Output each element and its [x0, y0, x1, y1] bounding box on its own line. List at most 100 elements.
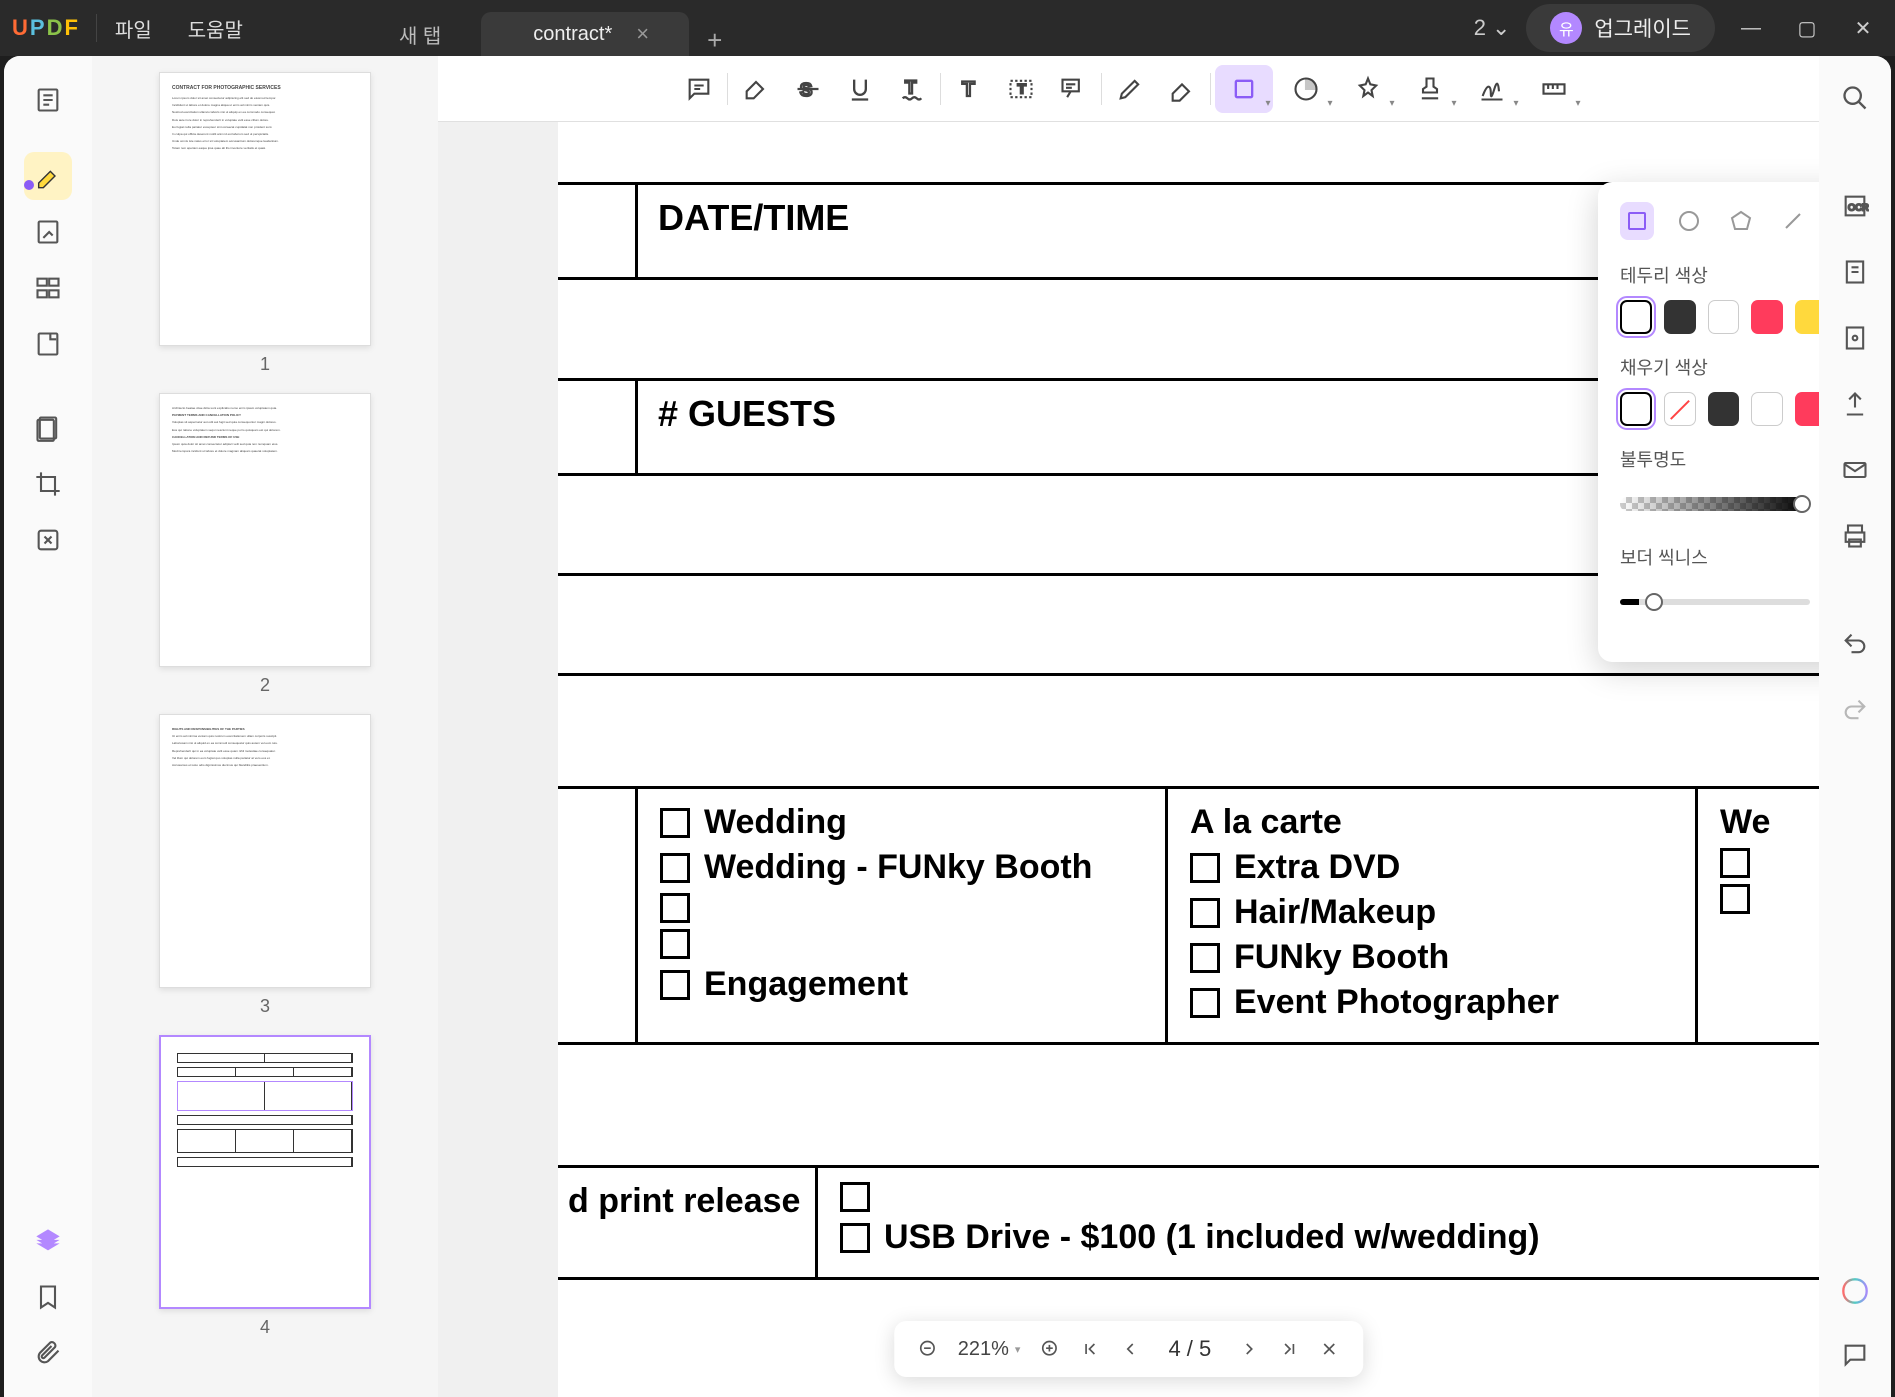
tab-new[interactable]: 새 탭 — [359, 12, 481, 56]
annotate-button[interactable] — [24, 152, 72, 200]
checkbox[interactable] — [840, 1182, 870, 1212]
stamp-button[interactable]: ▾ — [1339, 65, 1397, 113]
checkbox[interactable] — [1190, 988, 1220, 1018]
chat-button[interactable] — [1833, 1333, 1877, 1377]
shape-button[interactable]: ▾ — [1215, 65, 1273, 113]
compress-button[interactable] — [1833, 250, 1877, 294]
color-swatch[interactable] — [1620, 300, 1652, 334]
highlight-button[interactable] — [732, 65, 780, 113]
thumbnail-4[interactable] — [159, 1035, 371, 1309]
ocr-button[interactable]: OCR — [1833, 184, 1877, 228]
form-button[interactable] — [24, 320, 72, 368]
share-button[interactable] — [1833, 382, 1877, 426]
shape-polygon[interactable] — [1724, 202, 1758, 240]
zoom-out-button[interactable] — [910, 1331, 946, 1367]
organize-button[interactable] — [24, 264, 72, 312]
color-swatch[interactable] — [1708, 392, 1740, 426]
shape-circle[interactable] — [1672, 202, 1706, 240]
field-label-guests: # GUESTS — [658, 393, 1716, 435]
maximize-button[interactable]: ▢ — [1787, 8, 1827, 48]
border-color-swatches — [1620, 300, 1819, 334]
page-tools-button[interactable] — [24, 404, 72, 452]
signature-button[interactable]: ▾ — [1463, 65, 1521, 113]
shape-rectangle[interactable] — [1620, 202, 1654, 240]
zoom-in-button[interactable] — [1032, 1331, 1068, 1367]
tab-label: 새 탭 — [399, 20, 441, 49]
next-page-button[interactable] — [1231, 1331, 1267, 1367]
checkbox[interactable] — [1190, 943, 1220, 973]
checkbox[interactable] — [1190, 898, 1220, 928]
menu-help[interactable]: 도움말 — [188, 14, 243, 43]
checkbox[interactable] — [840, 1223, 870, 1253]
close-button[interactable]: ✕ — [1843, 8, 1883, 48]
field-label: d print release — [568, 1182, 805, 1221]
strikethrough-button[interactable]: S — [784, 65, 832, 113]
tab-active[interactable]: contract* × — [481, 12, 689, 56]
add-tab-button[interactable]: + — [707, 25, 722, 56]
convert-button[interactable] — [24, 516, 72, 564]
page-indicator[interactable]: 4 / 5 — [1152, 1336, 1227, 1362]
textbox-button[interactable]: T — [997, 65, 1045, 113]
squiggly-button[interactable]: T — [888, 65, 936, 113]
crop-button[interactable] — [24, 460, 72, 508]
color-swatch[interactable] — [1751, 392, 1783, 426]
left-toolbar — [4, 56, 92, 1397]
checkbox[interactable] — [660, 808, 690, 838]
email-button[interactable] — [1833, 448, 1877, 492]
eraser-button[interactable] — [1158, 65, 1206, 113]
print-button[interactable] — [1833, 514, 1877, 558]
thumbnail-number: 2 — [260, 675, 270, 696]
sticker-button[interactable]: ▾ — [1277, 65, 1335, 113]
indicator-dot — [24, 180, 34, 190]
no-fill-swatch[interactable] — [1664, 392, 1696, 426]
checkbox[interactable] — [660, 929, 690, 959]
bookmark-button[interactable] — [24, 1273, 72, 1321]
checkbox[interactable] — [660, 970, 690, 1000]
color-swatch[interactable] — [1751, 300, 1783, 334]
color-swatch[interactable] — [1795, 300, 1819, 334]
last-page-button[interactable] — [1271, 1331, 1307, 1367]
edit-button[interactable] — [24, 208, 72, 256]
color-swatch[interactable] — [1664, 300, 1696, 334]
minimize-button[interactable]: — — [1731, 8, 1771, 48]
first-page-button[interactable] — [1072, 1331, 1108, 1367]
upgrade-button[interactable]: 유 업그레이드 — [1526, 4, 1715, 52]
open-docs-count[interactable]: 2 ⌄ — [1474, 15, 1511, 41]
checkbox[interactable] — [660, 893, 690, 923]
user-avatar-icon: 유 — [1550, 12, 1582, 44]
thickness-slider[interactable] — [1620, 599, 1810, 605]
measure-button[interactable]: ▾ — [1525, 65, 1583, 113]
text-button[interactable]: T — [945, 65, 993, 113]
opacity-slider[interactable] — [1620, 497, 1810, 511]
stamp2-button[interactable]: ▾ — [1401, 65, 1459, 113]
zoom-level[interactable]: 221%▾ — [950, 1338, 1029, 1361]
redo-button[interactable] — [1833, 688, 1877, 732]
comment-button[interactable] — [675, 65, 723, 113]
prev-page-button[interactable] — [1112, 1331, 1148, 1367]
callout-button[interactable] — [1049, 65, 1097, 113]
checkbox[interactable] — [1190, 853, 1220, 883]
close-nav-button[interactable] — [1311, 1331, 1347, 1367]
attachment-button[interactable] — [24, 1329, 72, 1377]
thumbnail-2[interactable]: Architecto beatae vitae dicta sunt expli… — [159, 393, 371, 667]
menu-file[interactable]: 파일 — [115, 14, 152, 43]
checkbox[interactable] — [1720, 884, 1750, 914]
reader-mode-button[interactable] — [24, 76, 72, 124]
undo-button[interactable] — [1833, 622, 1877, 666]
shape-line[interactable] — [1776, 202, 1810, 240]
layers-button[interactable] — [24, 1217, 72, 1265]
color-swatch[interactable] — [1795, 392, 1819, 426]
underline-button[interactable] — [836, 65, 884, 113]
pencil-button[interactable] — [1106, 65, 1154, 113]
ai-button[interactable] — [1833, 1269, 1877, 1313]
checkbox[interactable] — [1720, 848, 1750, 878]
checkbox[interactable] — [660, 853, 690, 883]
protect-button[interactable] — [1833, 316, 1877, 360]
thumbnail-3[interactable]: RIGHTS AND RESPONSIBILITIES OF THE PARTI… — [159, 714, 371, 988]
search-button[interactable] — [1833, 76, 1877, 120]
thumbnail-1[interactable]: CONTRACT FOR PHOTOGRAPHIC SERVICESLorem … — [159, 72, 371, 346]
color-swatch[interactable] — [1708, 300, 1740, 334]
close-icon[interactable]: × — [636, 21, 649, 47]
color-swatch[interactable] — [1620, 392, 1652, 426]
thumbnail-number: 3 — [260, 996, 270, 1017]
